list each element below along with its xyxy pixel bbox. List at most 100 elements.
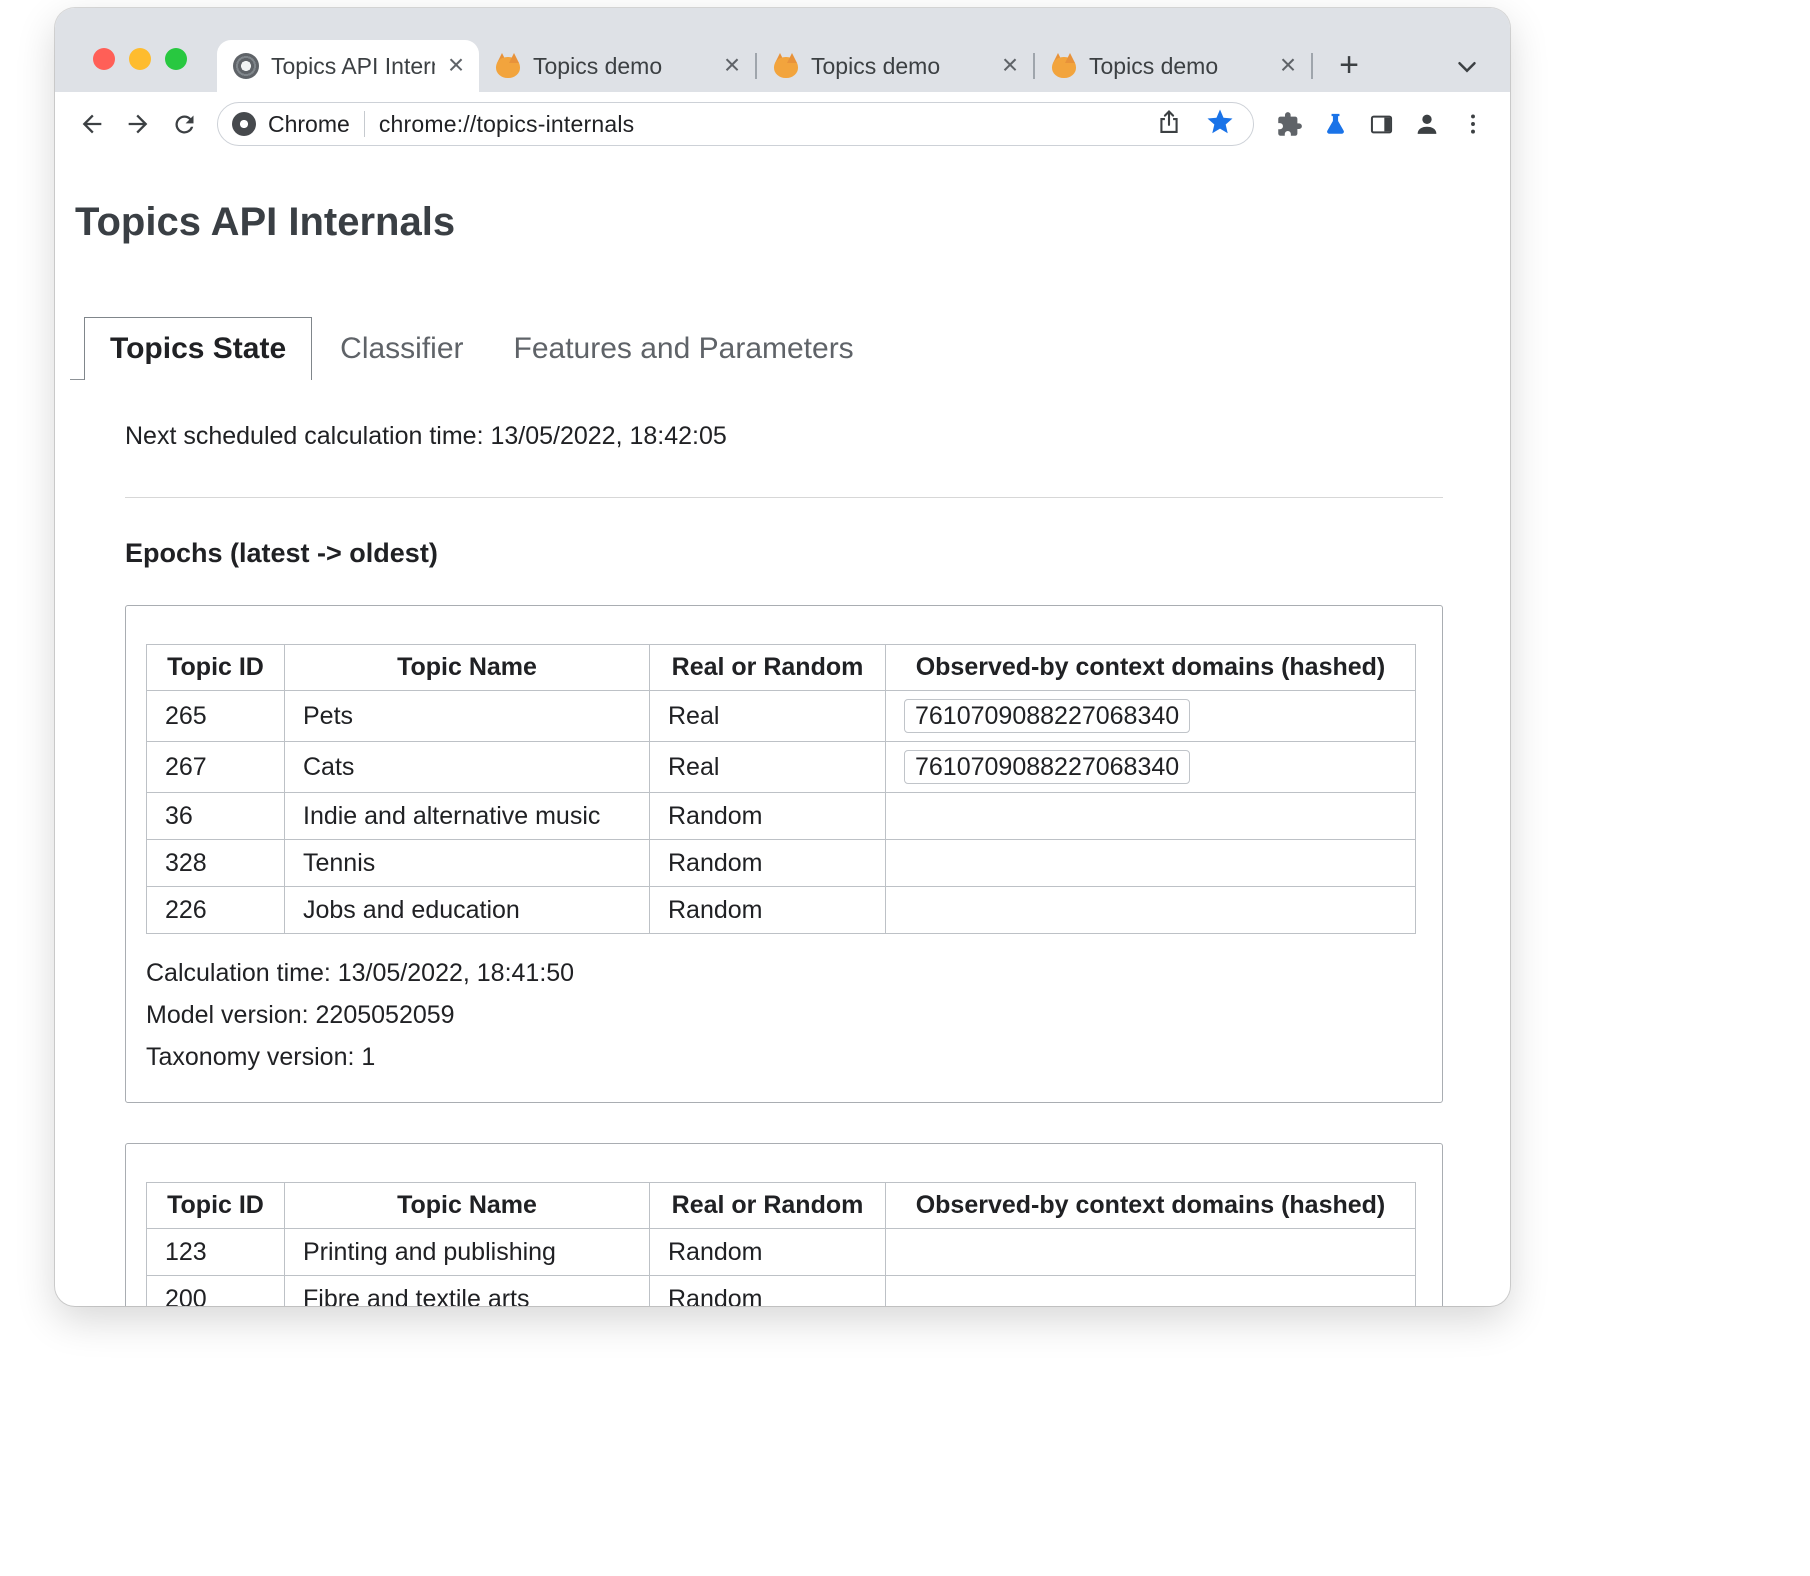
epoch-table: Topic IDTopic NameReal or RandomObserved… <box>146 644 1416 934</box>
side-panel-icon <box>1368 111 1395 138</box>
topic-row: 226Jobs and educationRandom <box>147 887 1416 934</box>
bookmark-button[interactable] <box>1205 107 1235 142</box>
epoch-panel-latest: Topic IDTopic NameReal or RandomObserved… <box>125 605 1443 1103</box>
tab-features-and-parameters[interactable]: Features and Parameters <box>492 318 876 380</box>
browser-toolbar: Chrome chrome://topics-internals <box>55 92 1510 156</box>
browser-tab-topics-demo-2[interactable]: Topics demo × <box>757 40 1033 92</box>
real-or-random-cell: Real <box>650 691 886 742</box>
header-row: Topic IDTopic NameReal or RandomObserved… <box>147 645 1416 691</box>
topic-id-cell: 36 <box>147 793 285 840</box>
tab-classifier[interactable]: Classifier <box>318 318 485 380</box>
traffic-lights <box>93 48 187 70</box>
reload-button[interactable] <box>161 101 207 147</box>
column-header: Real or Random <box>650 645 886 691</box>
real-or-random-cell: Random <box>650 840 886 887</box>
topic-name-cell: Indie and alternative music <box>285 793 650 840</box>
tab-close-icon[interactable]: × <box>717 51 747 81</box>
topic-id-cell: 200 <box>147 1276 285 1307</box>
browser-tab-topics-demo-1[interactable]: Topics demo × <box>479 40 755 92</box>
browser-tab-topics-demo-3[interactable]: Topics demo × <box>1035 40 1311 92</box>
topic-name-cell: Cats <box>285 742 650 793</box>
domain-hash-chip: 7610709088227068340 <box>904 699 1190 733</box>
observed-domains-cell <box>886 1229 1416 1276</box>
topic-name-cell: Jobs and education <box>285 887 650 934</box>
cat-favicon-icon <box>773 53 799 79</box>
address-bar[interactable]: Chrome chrome://topics-internals <box>217 102 1254 146</box>
page-tab-bar: Topics State Classifier Features and Par… <box>70 317 1510 380</box>
tab-separator <box>1311 53 1313 79</box>
topic-row: 328TennisRandom <box>147 840 1416 887</box>
column-header: Topic Name <box>285 1183 650 1229</box>
topic-id-cell: 267 <box>147 742 285 793</box>
topic-name-cell: Fibre and textile arts <box>285 1276 650 1307</box>
tab-close-icon[interactable]: × <box>441 51 471 81</box>
epoch-table: Topic IDTopic NameReal or RandomObserved… <box>146 1182 1416 1306</box>
observed-domains-cell <box>886 793 1416 840</box>
tab-title: Topics demo <box>811 53 989 80</box>
real-or-random-cell: Random <box>650 1276 886 1307</box>
share-icon <box>1155 108 1183 136</box>
share-button[interactable] <box>1155 108 1183 141</box>
extensions-icon <box>1276 111 1303 138</box>
profile-button[interactable] <box>1404 101 1450 147</box>
observed-domains-cell: 7610709088227068340 <box>886 691 1416 742</box>
site-label: Chrome <box>268 111 350 138</box>
browser-tab-topics-internals[interactable]: Topics API Internals × <box>217 40 479 92</box>
observed-domains-cell: 7610709088227068340 <box>886 742 1416 793</box>
tab-topics-state[interactable]: Topics State <box>84 317 312 380</box>
header-row: Topic IDTopic NameReal or RandomObserved… <box>147 1183 1416 1229</box>
topic-name-cell: Tennis <box>285 840 650 887</box>
tab-search-button[interactable] <box>1452 52 1482 82</box>
topic-row: 36Indie and alternative musicRandom <box>147 793 1416 840</box>
extensions-button[interactable] <box>1266 101 1312 147</box>
topic-name-cell: Printing and publishing <box>285 1229 650 1276</box>
reload-icon <box>171 111 198 138</box>
forward-icon <box>124 110 152 138</box>
topic-row: 123Printing and publishingRandom <box>147 1229 1416 1276</box>
new-tab-button[interactable]: + <box>1329 45 1369 85</box>
calculation-time: Calculation time: 13/05/2022, 18:41:50 <box>146 952 1416 994</box>
topic-id-cell: 328 <box>147 840 285 887</box>
site-info-chip[interactable]: Chrome <box>232 111 350 138</box>
page-content: Topics API Internals Topics State Classi… <box>55 200 1510 1306</box>
real-or-random-cell: Random <box>650 1229 886 1276</box>
column-header: Observed-by context domains (hashed) <box>886 1183 1416 1229</box>
side-panel-button[interactable] <box>1358 101 1404 147</box>
topic-name-cell: Pets <box>285 691 650 742</box>
topic-row: 267CatsReal7610709088227068340 <box>147 742 1416 793</box>
observed-domains-cell <box>886 840 1416 887</box>
forward-button[interactable] <box>115 101 161 147</box>
browser-menu-button[interactable] <box>1450 101 1496 147</box>
real-or-random-cell: Random <box>650 793 886 840</box>
topic-id-cell: 265 <box>147 691 285 742</box>
back-button[interactable] <box>69 101 115 147</box>
tab-title: Topics demo <box>533 53 711 80</box>
topic-id-cell: 226 <box>147 887 285 934</box>
section-divider <box>125 497 1443 498</box>
column-header: Observed-by context domains (hashed) <box>886 645 1416 691</box>
tab-close-icon[interactable]: × <box>995 51 1025 81</box>
page-title: Topics API Internals <box>75 200 1510 245</box>
real-or-random-cell: Random <box>650 887 886 934</box>
epochs-heading: Epochs (latest -> oldest) <box>125 538 1443 569</box>
omnibox-actions <box>1155 107 1235 142</box>
real-or-random-cell: Real <box>650 742 886 793</box>
topic-id-cell: 123 <box>147 1229 285 1276</box>
column-header: Topic ID <box>147 1183 285 1229</box>
tab-title: Topics API Internals <box>271 53 435 80</box>
back-icon <box>78 110 106 138</box>
minimize-window-button[interactable] <box>129 48 151 70</box>
cat-favicon-icon <box>1051 53 1077 79</box>
tab-strip: Topics API Internals × Topics demo × Top… <box>55 8 1510 92</box>
topic-row: 200Fibre and textile artsRandom <box>147 1276 1416 1307</box>
zoom-window-button[interactable] <box>165 48 187 70</box>
browser-window: Topics API Internals × Topics demo × Top… <box>55 8 1510 1306</box>
chip-divider <box>364 111 365 137</box>
model-version: Model version: 2205052059 <box>146 994 1416 1036</box>
labs-flask-icon <box>1322 111 1349 138</box>
observed-domains-cell <box>886 887 1416 934</box>
close-window-button[interactable] <box>93 48 115 70</box>
chrome-labs-button[interactable] <box>1312 101 1358 147</box>
tab-close-icon[interactable]: × <box>1273 51 1303 81</box>
column-header: Topic Name <box>285 645 650 691</box>
